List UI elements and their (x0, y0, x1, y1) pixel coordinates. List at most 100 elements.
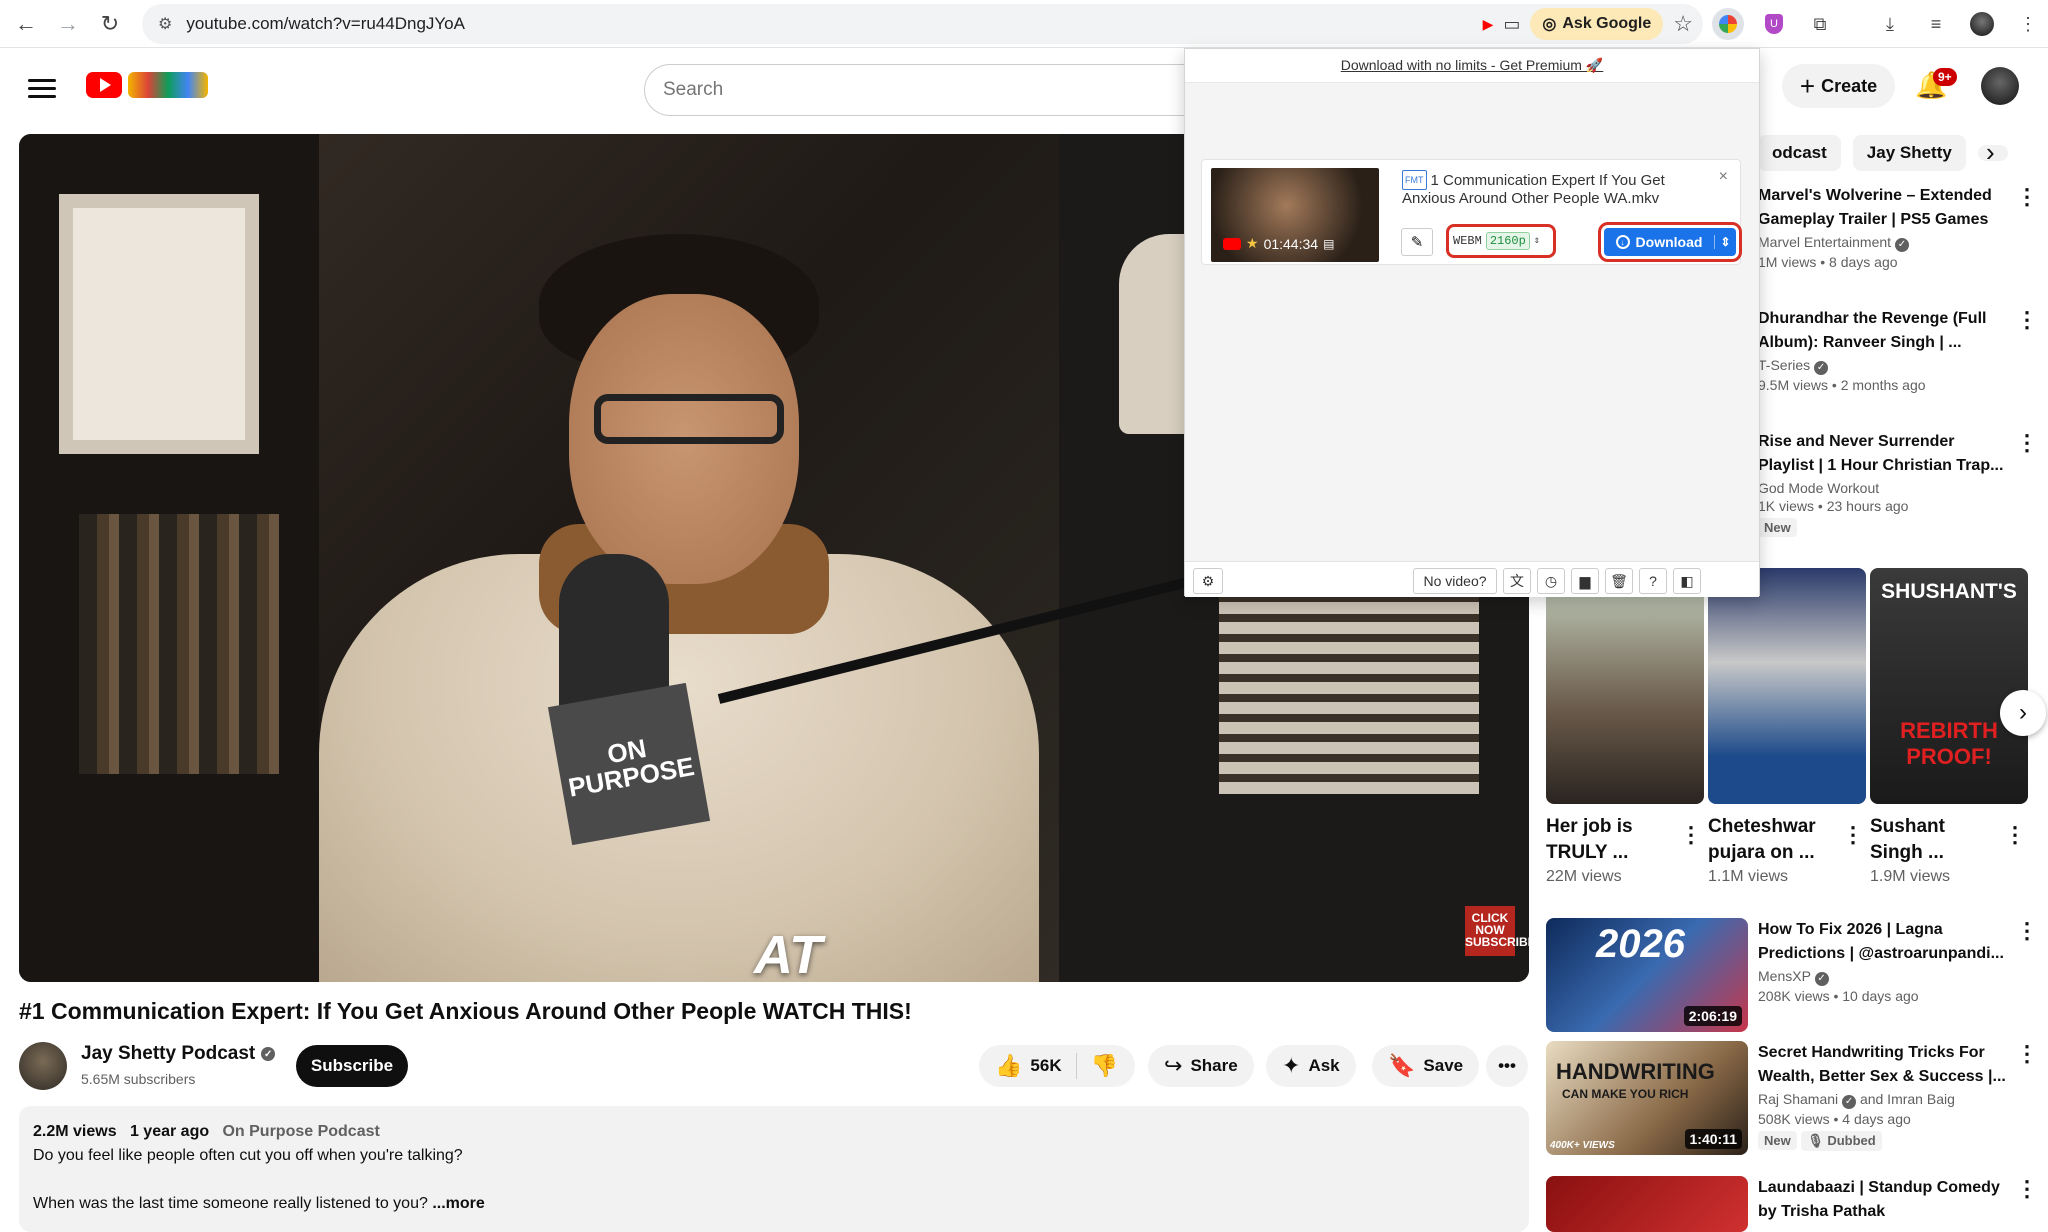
shield-extension-icon[interactable]: U (1758, 8, 1790, 40)
channel-avatar[interactable] (19, 1042, 67, 1090)
forward-icon[interactable]: → (50, 6, 86, 42)
description-box[interactable]: 2.2M views 1 year ago On Purpose Podcast… (19, 1106, 1529, 1232)
recommended-title[interactable]: Dhurandhar the Revenge (Full (1758, 307, 2028, 331)
like-count[interactable]: 56K (1030, 1056, 1061, 1076)
downloader-extension-icon[interactable] (1712, 8, 1744, 40)
history-icon[interactable]: ◷ (1537, 568, 1565, 594)
bookmark-star-icon[interactable]: ☆ (1673, 11, 1693, 37)
downloads-icon[interactable]: ⤓ (1874, 8, 1906, 40)
recommended-thumbnail[interactable] (1546, 1176, 1748, 1232)
more-vert-icon[interactable]: ⋮ (2016, 184, 2038, 210)
recommended-thumbnail[interactable]: 2026 2:06:19 (1546, 918, 1748, 1032)
search-input[interactable]: Search (644, 64, 1184, 116)
chip-podcast[interactable]: odcast (1758, 135, 1841, 171)
divider (1075, 1053, 1077, 1079)
media-icon[interactable]: ≡ (1920, 8, 1952, 40)
dislike-icon[interactable]: 👎 (1091, 1053, 1118, 1079)
create-button[interactable]: + Create (1782, 64, 1895, 108)
profile-avatar[interactable] (1966, 8, 1998, 40)
share-button[interactable]: ↪ Share (1148, 1045, 1254, 1087)
youtube-ext-icon[interactable]: ▶ (1483, 16, 1494, 33)
recommended-title[interactable]: How To Fix 2026 | Lagna (1758, 918, 2028, 942)
save-label: Save (1423, 1056, 1464, 1075)
mic-cube: ON PURPOSE (547, 682, 711, 846)
short-thumbnail[interactable]: SHUSHANT'S REBIRTH PROOF! (1870, 568, 2028, 804)
more-link[interactable]: ...more (432, 1195, 484, 1212)
download-button[interactable]: ↓ Download ⇕ (1604, 228, 1736, 256)
recommended-video[interactable]: Laundabaazi | Standup Comedy by Trisha P… (1758, 1176, 2028, 1224)
recommended-title[interactable]: Playlist | 1 Hour Christian Trap... (1758, 454, 2028, 478)
recommended-title[interactable]: by Trisha Pathak (1758, 1200, 2028, 1224)
ask-google-button[interactable]: ◎ Ask Google (1530, 8, 1664, 40)
youtube-logo[interactable] (86, 72, 208, 98)
download-card: ★ 01:44:34 ▤ FMT 1 Communication Expert I… (1201, 159, 1742, 265)
more-vert-icon[interactable]: ⋮ (2016, 307, 2038, 333)
reload-icon[interactable]: ↻ (92, 6, 128, 42)
like-icon[interactable]: 👍 (995, 1053, 1022, 1079)
recommended-video[interactable]: Secret Handwriting Tricks For Wealth, Be… (1758, 1041, 2028, 1151)
short-thumbnail[interactable] (1708, 568, 1866, 804)
recommended-video[interactable]: Dhurandhar the Revenge (Full Album): Ran… (1758, 307, 2028, 393)
recommended-meta: 208K views • 10 days ago (1758, 987, 1919, 1004)
plus-icon: + (1799, 70, 1816, 101)
extensions-area: U ⧉ ⤓ ≡ ⋮ (1712, 4, 2044, 44)
description-channel-link[interactable]: On Purpose Podcast (222, 1123, 379, 1140)
recommended-title[interactable]: Rise and Never Surrender (1758, 430, 2028, 454)
shorts-shelf: Her job is TRULY ... 22M views Cheteshwa… (1546, 568, 2036, 908)
sidepanel-icon[interactable]: ◧ (1673, 568, 1701, 594)
url-text[interactable]: youtube.com/watch?v=ru44DngJYoA (186, 14, 465, 34)
recommended-title[interactable]: Gameplay Trailer | PS5 Games (1758, 208, 2028, 232)
more-vert-icon[interactable]: ⋮ (2016, 1041, 2038, 1067)
more-vert-icon[interactable]: ⋮ (2016, 918, 2038, 944)
download-options-icon[interactable]: ⇕ (1714, 235, 1736, 249)
chip-jay-shetty[interactable]: Jay Shetty (1852, 135, 1966, 171)
menu-icon[interactable] (28, 74, 56, 103)
more-vert-icon[interactable]: ⋮ (1680, 822, 1702, 848)
recommended-thumbnail[interactable]: HANDWRITING CAN MAKE YOU RICH 400K+ VIEW… (1546, 1041, 1748, 1155)
recommended-title[interactable]: Marvel's Wolverine – Extended (1758, 184, 2028, 208)
recommended-title[interactable]: Predictions | @astroarunpandi... (1758, 942, 2028, 966)
settings-icon[interactable]: ⚙ (1193, 568, 1223, 594)
recommended-title[interactable]: Wealth, Better Sex & Success |... (1758, 1065, 2028, 1089)
more-vert-icon[interactable]: ⋮ (2004, 822, 2026, 848)
more-actions-button[interactable]: ••• (1486, 1045, 1528, 1087)
help-icon[interactable]: ? (1639, 568, 1667, 594)
channel-name[interactable]: Jay Shetty Podcast ✓ (81, 1043, 276, 1065)
trash-icon[interactable]: 🗑 (1605, 568, 1633, 594)
more-vert-icon[interactable]: ⋮ (2016, 430, 2038, 456)
format-value: WEBM (1453, 234, 1482, 248)
more-vert-icon[interactable]: ⋮ (1842, 822, 1864, 848)
recommended-video[interactable]: Rise and Never Surrender Playlist | 1 Ho… (1758, 430, 2028, 537)
premium-link[interactable]: Download with no limits - Get Premium 🚀 (1185, 49, 1759, 83)
cast-icon[interactable]: ▭ (1503, 14, 1520, 35)
address-bar[interactable]: ⚙ youtube.com/watch?v=ru44DngJYoA ▶ ▭ ◎ A… (142, 4, 1703, 44)
download-button-highlight: ↓ Download ⇕ (1598, 222, 1742, 262)
filter-chips: odcast Jay Shetty (1758, 134, 2008, 172)
channel-name-text[interactable]: Jay Shetty Podcast (81, 1043, 255, 1065)
edit-filename-button[interactable]: ✎ (1401, 228, 1433, 256)
recommended-video[interactable]: How To Fix 2026 | Lagna Predictions | @a… (1758, 918, 2028, 1004)
translate-icon[interactable]: 文 (1503, 568, 1531, 594)
browser-menu-icon[interactable]: ⋮ (2012, 8, 2044, 40)
save-button[interactable]: 🔖 Save (1372, 1045, 1480, 1087)
shorts-next-icon[interactable]: › (2000, 690, 2046, 736)
no-video-button[interactable]: No video? (1413, 568, 1497, 594)
back-icon[interactable]: ← (8, 6, 44, 42)
folder-icon[interactable]: ▆ (1571, 568, 1599, 594)
puzzle-icon[interactable]: ⧉ (1804, 8, 1836, 40)
subscribe-button[interactable]: Subscribe (296, 1045, 408, 1087)
short-thumbnail[interactable] (1546, 568, 1704, 804)
subscriber-count: 5.65M subscribers (81, 1071, 196, 1087)
close-icon[interactable]: × (1719, 168, 1728, 186)
recommended-title[interactable]: Secret Handwriting Tricks For (1758, 1041, 2028, 1065)
site-settings-icon[interactable]: ⚙ (158, 14, 172, 34)
account-avatar[interactable] (1981, 67, 2019, 105)
more-vert-icon[interactable]: ⋮ (2016, 1176, 2038, 1202)
format-select[interactable]: WEBM 2160p ⇕ (1446, 224, 1556, 258)
recommended-title[interactable]: Laundabaazi | Standup Comedy (1758, 1176, 2028, 1200)
subscribe-watermark[interactable]: CLICK NOW SUBSCRIBE (1465, 906, 1529, 956)
recommended-video[interactable]: Marvel's Wolverine – Extended Gameplay T… (1758, 184, 2028, 270)
chevron-right-icon[interactable]: › (1986, 137, 1995, 168)
recommended-title[interactable]: Album): Ranveer Singh | ... (1758, 331, 2028, 355)
ask-button[interactable]: ✦ Ask (1266, 1045, 1356, 1087)
